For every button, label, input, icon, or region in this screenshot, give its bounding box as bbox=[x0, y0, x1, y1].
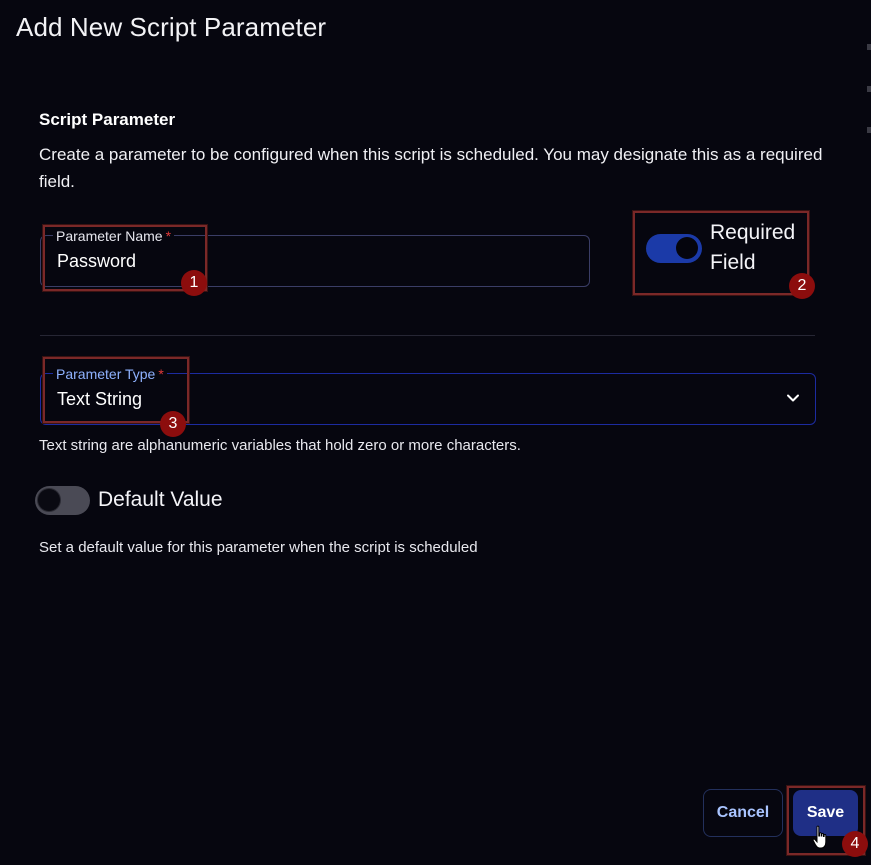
dialog-title: Add New Script Parameter bbox=[16, 12, 327, 42]
annotation-badge: 1 bbox=[181, 270, 207, 296]
section-heading: Script Parameter bbox=[39, 110, 176, 129]
parameter-type-value: Text String bbox=[57, 389, 143, 409]
parameter-name-label-text: Parameter Name bbox=[56, 228, 163, 244]
required-field-label-line1: Required bbox=[710, 221, 796, 244]
section-description: Create a parameter to be configured when… bbox=[39, 145, 823, 191]
required-asterisk: * bbox=[165, 228, 172, 244]
edge-mark bbox=[867, 86, 871, 92]
divider bbox=[40, 335, 815, 336]
parameter-type-helper: Text string are alphanumeric variables t… bbox=[39, 437, 521, 454]
default-value-toggle[interactable] bbox=[35, 486, 90, 515]
annotation-badge: 2 bbox=[789, 273, 815, 299]
default-value-label: Default Value bbox=[98, 488, 223, 511]
toggle-knob bbox=[38, 489, 60, 511]
cancel-button[interactable]: Cancel bbox=[703, 789, 783, 837]
required-field-label: Required Field bbox=[710, 218, 795, 278]
parameter-type-label-text: Parameter Type bbox=[56, 366, 156, 382]
parameter-type-label: Parameter Type * bbox=[53, 366, 167, 382]
parameter-name-value[interactable]: Password bbox=[57, 251, 136, 272]
required-field-label-line2: Field bbox=[710, 251, 756, 274]
required-asterisk: * bbox=[158, 366, 164, 382]
annotation-badge: 4 bbox=[842, 831, 868, 857]
add-script-parameter-dialog: Add New Script Parameter Script Paramete… bbox=[0, 0, 871, 865]
parameter-name-field[interactable]: Parameter Name * Password bbox=[40, 228, 590, 287]
edge-mark bbox=[867, 44, 871, 50]
chevron-down-icon[interactable] bbox=[785, 390, 801, 406]
annotation-badge: 3 bbox=[160, 411, 186, 437]
hand-pointer-icon bbox=[812, 825, 827, 849]
parameter-type-select[interactable]: Parameter Type * Text String bbox=[40, 366, 816, 425]
default-value-helper: Set a default value for this parameter w… bbox=[39, 539, 478, 556]
edge-mark bbox=[867, 127, 871, 133]
toggle-knob bbox=[676, 237, 698, 259]
parameter-name-label: Parameter Name * bbox=[53, 228, 175, 244]
required-field-toggle[interactable] bbox=[646, 234, 702, 263]
